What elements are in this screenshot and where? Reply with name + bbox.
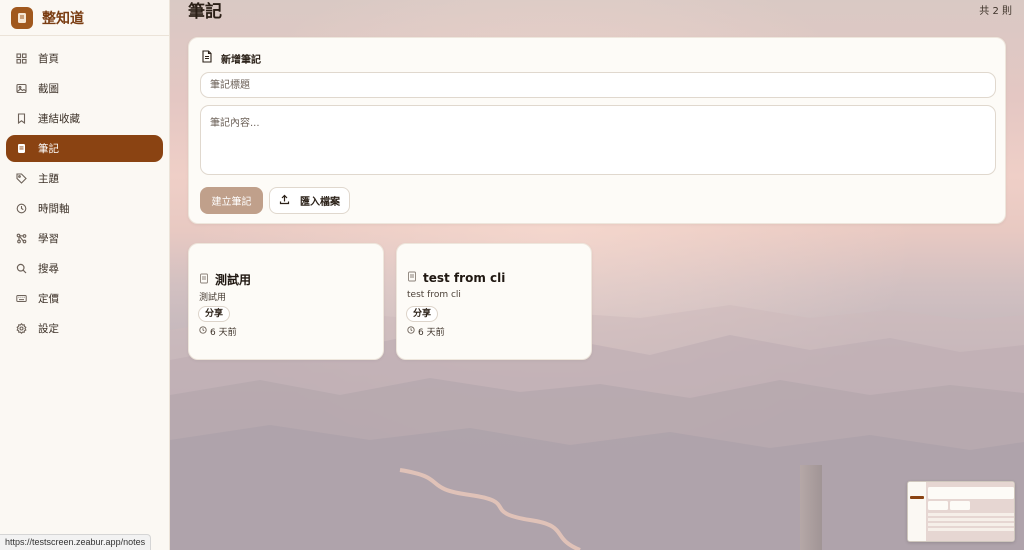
sidebar-item-label: 連結收藏 bbox=[38, 113, 80, 125]
brand-logo-icon bbox=[11, 6, 33, 29]
sidebar-item-settings[interactable]: 設定 bbox=[6, 315, 163, 342]
note-body: test from cli bbox=[407, 290, 461, 300]
tower-silhouette bbox=[800, 465, 822, 550]
new-note-card: 新增筆記 建立筆記 匯入檔案 bbox=[188, 37, 1006, 224]
sidebar-item-search[interactable]: 搜尋 bbox=[6, 255, 163, 282]
network-icon bbox=[15, 233, 27, 245]
sidebar-item-label: 學習 bbox=[38, 233, 59, 245]
note-timestamp: 6 天前 bbox=[199, 325, 237, 338]
note-time-text: 6 天前 bbox=[418, 328, 445, 338]
brand-title: 整知道 bbox=[42, 10, 84, 27]
note-card[interactable]: 測試用 測試用 分享 6 天前 bbox=[188, 243, 384, 360]
note-time-text: 6 天前 bbox=[210, 328, 237, 338]
sidebar-item-timeline[interactable]: 時間軸 bbox=[6, 195, 163, 222]
upload-icon bbox=[279, 194, 290, 208]
document-icon bbox=[201, 50, 213, 66]
sidebar-item-topics[interactable]: 主題 bbox=[6, 165, 163, 192]
main-content: 筆記 共 2 則 新增筆記 建立筆記 匯入檔案 測試用 測試用 分享 bbox=[170, 0, 1024, 550]
sidebar-item-label: 截圖 bbox=[38, 83, 59, 95]
clock-icon bbox=[15, 203, 27, 215]
create-note-button[interactable]: 建立筆記 bbox=[200, 187, 263, 214]
sidebar-item-label: 首頁 bbox=[38, 53, 59, 65]
note-card-header: 測試用 bbox=[199, 271, 251, 288]
sidebar-item-screenshots[interactable]: 截圖 bbox=[6, 75, 163, 102]
sidebar-item-label: 搜尋 bbox=[38, 263, 59, 275]
sidebar-item-home[interactable]: 首頁 bbox=[6, 45, 163, 72]
page-title: 筆記 bbox=[188, 2, 222, 22]
sidebar-item-label: 筆記 bbox=[38, 143, 59, 155]
sidebar-item-pricing[interactable]: 定價 bbox=[6, 285, 163, 312]
page-thumbnail-preview[interactable] bbox=[907, 481, 1015, 542]
sidebar: 整知道 首頁 截圖 連結收藏 筆記 主題 時間軸 學習 搜尋 定價 設定 bbox=[0, 0, 170, 550]
thumbnail-miniature bbox=[908, 482, 1014, 541]
note-icon bbox=[15, 143, 27, 155]
gear-icon bbox=[15, 323, 27, 335]
note-body: 測試用 bbox=[199, 293, 227, 303]
clock-icon bbox=[199, 326, 207, 337]
search-icon bbox=[15, 263, 27, 275]
note-title: test from cli bbox=[423, 271, 506, 285]
notes-count: 共 2 則 bbox=[979, 6, 1012, 17]
sidebar-item-label: 時間軸 bbox=[38, 203, 70, 215]
status-url-tooltip: https://testscreen.zeabur.app/notes bbox=[0, 534, 152, 550]
note-card-header: test from cli bbox=[407, 271, 505, 285]
grid-icon bbox=[15, 53, 27, 65]
note-icon bbox=[199, 273, 209, 287]
note-timestamp: 6 天前 bbox=[407, 325, 445, 338]
share-badge[interactable]: 分享 bbox=[406, 306, 439, 322]
note-icon bbox=[407, 271, 417, 285]
clock-icon bbox=[407, 326, 415, 337]
image-icon bbox=[15, 83, 27, 95]
new-note-heading: 新增筆記 bbox=[221, 54, 261, 66]
bookmark-icon bbox=[15, 113, 27, 125]
note-title: 測試用 bbox=[215, 273, 252, 287]
sidebar-item-label: 定價 bbox=[38, 293, 59, 305]
sidebar-item-learning[interactable]: 學習 bbox=[6, 225, 163, 252]
note-card[interactable]: test from cli test from cli 分享 6 天前 bbox=[396, 243, 592, 360]
tag-icon bbox=[15, 173, 27, 185]
import-file-label: 匯入檔案 bbox=[300, 197, 340, 208]
share-badge[interactable]: 分享 bbox=[198, 306, 231, 322]
note-content-input[interactable] bbox=[200, 105, 996, 175]
sidebar-item-label: 主題 bbox=[38, 173, 59, 185]
brand[interactable]: 整知道 bbox=[0, 0, 169, 36]
sidebar-nav: 首頁 截圖 連結收藏 筆記 主題 時間軸 學習 搜尋 定價 設定 bbox=[0, 36, 169, 342]
sidebar-item-notes[interactable]: 筆記 bbox=[6, 135, 163, 162]
import-file-button[interactable]: 匯入檔案 bbox=[269, 187, 350, 214]
note-title-input[interactable] bbox=[200, 72, 996, 98]
keyboard-icon bbox=[15, 293, 27, 305]
sidebar-item-bookmarks[interactable]: 連結收藏 bbox=[6, 105, 163, 132]
new-note-header: 新增筆記 bbox=[201, 50, 261, 66]
sidebar-item-label: 設定 bbox=[38, 323, 59, 335]
